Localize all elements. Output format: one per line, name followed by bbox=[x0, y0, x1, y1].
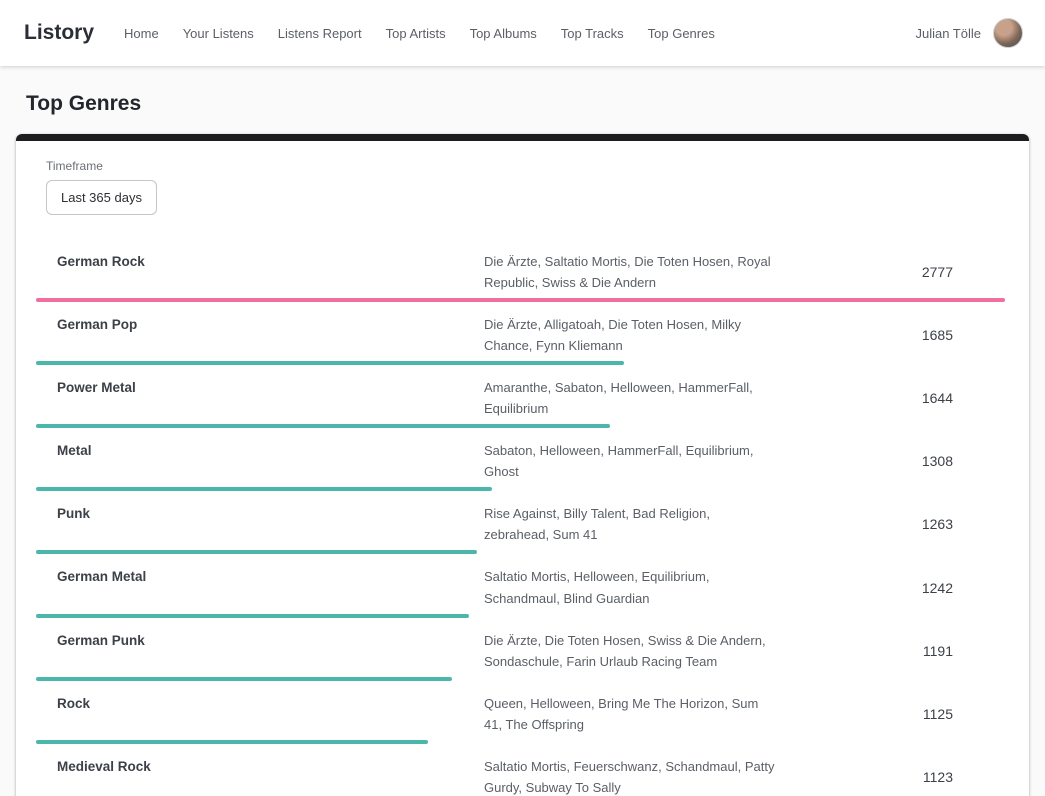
user-menu[interactable]: Julian Tölle bbox=[915, 18, 1023, 48]
genre-count: 1242 bbox=[798, 580, 1005, 596]
genre-artists: Die Ärzte, Die Toten Hosen, Swiss & Die … bbox=[484, 630, 776, 672]
genre-artists: Sabaton, Helloween, HammerFall, Equilibr… bbox=[484, 440, 776, 482]
genre-count: 2777 bbox=[798, 264, 1005, 280]
genre-row-content: German Pop Die Ärzte, Alligatoah, Die To… bbox=[36, 314, 1005, 356]
user-name: Julian Tölle bbox=[915, 26, 981, 41]
genre-artists: Queen, Helloween, Bring Me The Horizon, … bbox=[484, 693, 776, 735]
genre-row: Medieval Rock Saltatio Mortis, Feuerschw… bbox=[36, 744, 1005, 796]
genre-name: Rock bbox=[57, 693, 462, 711]
main-nav: Home Your Listens Listens Report Top Art… bbox=[124, 26, 915, 41]
genre-row: Rock Queen, Helloween, Bring Me The Hori… bbox=[36, 681, 1005, 744]
genre-row: German Metal Saltatio Mortis, Helloween,… bbox=[36, 554, 1005, 617]
genre-name: German Punk bbox=[57, 630, 462, 648]
card-body: Timeframe Last 365 days German Rock Die … bbox=[16, 141, 1029, 796]
nav-item-top-tracks[interactable]: Top Tracks bbox=[561, 26, 624, 41]
timeframe-section: Timeframe Last 365 days bbox=[46, 159, 1005, 215]
genre-row-content: Power Metal Amaranthe, Sabaton, Hellowee… bbox=[36, 377, 1005, 419]
page-title: Top Genres bbox=[26, 92, 1045, 116]
genre-row-content: Metal Sabaton, Helloween, HammerFall, Eq… bbox=[36, 440, 1005, 482]
user-avatar[interactable] bbox=[993, 18, 1023, 48]
genre-row: German Rock Die Ärzte, Saltatio Mortis, … bbox=[36, 239, 1005, 302]
timeframe-select[interactable]: Last 365 days bbox=[46, 180, 157, 215]
timeframe-label: Timeframe bbox=[46, 159, 1005, 173]
genre-row-content: German Rock Die Ärzte, Saltatio Mortis, … bbox=[36, 251, 1005, 293]
top-genres-card: Timeframe Last 365 days German Rock Die … bbox=[16, 134, 1029, 796]
nav-item-listens-report[interactable]: Listens Report bbox=[278, 26, 362, 41]
nav-item-top-albums[interactable]: Top Albums bbox=[470, 26, 537, 41]
genre-name: German Rock bbox=[57, 251, 462, 269]
genre-name: Punk bbox=[57, 503, 462, 521]
nav-item-top-genres[interactable]: Top Genres bbox=[648, 26, 715, 41]
genre-row: Punk Rise Against, Billy Talent, Bad Rel… bbox=[36, 491, 1005, 554]
genre-count: 1644 bbox=[798, 390, 1005, 406]
genre-artists: Saltatio Mortis, Feuerschwanz, Schandmau… bbox=[484, 756, 776, 796]
genre-count: 1685 bbox=[798, 327, 1005, 343]
genre-row-content: Rock Queen, Helloween, Bring Me The Hori… bbox=[36, 693, 1005, 735]
nav-item-your-listens[interactable]: Your Listens bbox=[183, 26, 254, 41]
genre-count: 1263 bbox=[798, 516, 1005, 532]
genre-count: 1123 bbox=[798, 769, 1005, 785]
genre-artists: Die Ärzte, Alligatoah, Die Toten Hosen, … bbox=[484, 314, 776, 356]
genre-artists: Die Ärzte, Saltatio Mortis, Die Toten Ho… bbox=[484, 251, 776, 293]
nav-item-home[interactable]: Home bbox=[124, 26, 159, 41]
nav-item-top-artists[interactable]: Top Artists bbox=[386, 26, 446, 41]
genre-list: German Rock Die Ärzte, Saltatio Mortis, … bbox=[36, 239, 1005, 796]
genre-row-content: German Punk Die Ärzte, Die Toten Hosen, … bbox=[36, 630, 1005, 672]
genre-artists: Saltatio Mortis, Helloween, Equilibrium,… bbox=[484, 566, 776, 608]
genre-name: German Pop bbox=[57, 314, 462, 332]
genre-row-content: Medieval Rock Saltatio Mortis, Feuerschw… bbox=[36, 756, 1005, 796]
genre-count: 1125 bbox=[798, 706, 1005, 722]
genre-artists: Rise Against, Billy Talent, Bad Religion… bbox=[484, 503, 776, 545]
genre-row-content: German Metal Saltatio Mortis, Helloween,… bbox=[36, 566, 1005, 608]
genre-name: Medieval Rock bbox=[57, 756, 462, 774]
genre-row: Power Metal Amaranthe, Sabaton, Hellowee… bbox=[36, 365, 1005, 428]
genre-row: German Punk Die Ärzte, Die Toten Hosen, … bbox=[36, 618, 1005, 681]
genre-row-content: Punk Rise Against, Billy Talent, Bad Rel… bbox=[36, 503, 1005, 545]
top-navigation-bar: Listory Home Your Listens Listens Report… bbox=[0, 0, 1045, 66]
card-top-strip bbox=[16, 134, 1029, 141]
genre-name: German Metal bbox=[57, 566, 462, 584]
genre-name: Power Metal bbox=[57, 377, 462, 395]
genre-artists: Amaranthe, Sabaton, Helloween, HammerFal… bbox=[484, 377, 776, 419]
genre-row: German Pop Die Ärzte, Alligatoah, Die To… bbox=[36, 302, 1005, 365]
genre-count: 1308 bbox=[798, 453, 1005, 469]
genre-row: Metal Sabaton, Helloween, HammerFall, Eq… bbox=[36, 428, 1005, 491]
genre-count: 1191 bbox=[798, 643, 1005, 659]
main-content: Top Genres Timeframe Last 365 days Germa… bbox=[0, 92, 1045, 796]
genre-name: Metal bbox=[57, 440, 462, 458]
app-logo[interactable]: Listory bbox=[24, 21, 94, 45]
